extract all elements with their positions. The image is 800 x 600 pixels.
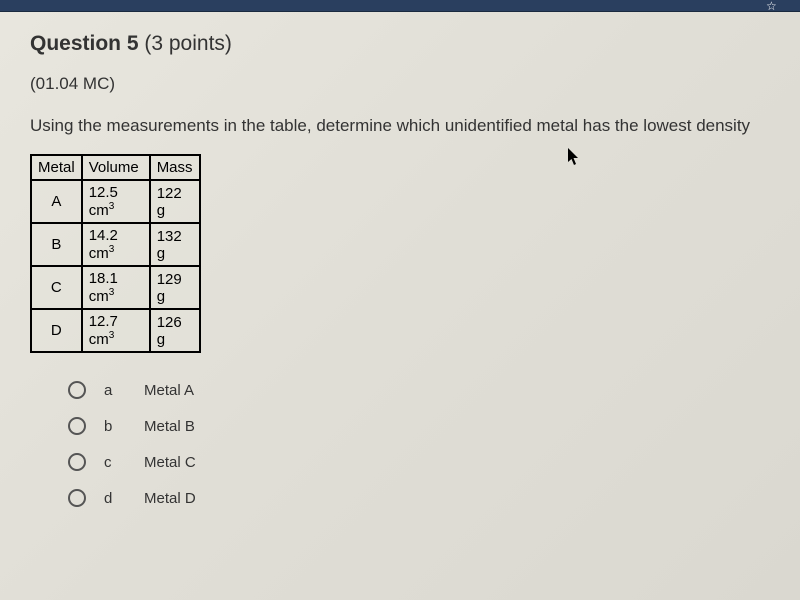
header-metal: Metal [31,155,82,180]
table-row: A 12.5 cm3 122 g [31,180,200,223]
cell-metal: D [31,309,82,352]
cell-mass: 122 g [150,180,200,223]
answer-options: a Metal A b Metal B c Metal C d Metal D [30,381,770,507]
data-table: Metal Volume Mass A 12.5 cm3 122 g B 14.… [30,154,201,353]
radio-icon[interactable] [68,417,86,435]
header-mass: Mass [150,155,200,180]
option-label: Metal A [144,382,194,399]
cell-volume: 18.1 cm3 [82,266,150,309]
option-letter: b [104,418,144,435]
question-title: Question 5 (3 points) [30,32,770,56]
radio-icon[interactable] [68,489,86,507]
option-b[interactable]: b Metal B [68,417,770,435]
volume-sup: 3 [109,201,115,212]
cell-volume: 12.5 cm3 [82,180,150,223]
cell-mass: 132 g [150,223,200,266]
question-text: Using the measurements in the table, det… [30,116,770,136]
volume-sup: 3 [109,244,115,255]
option-d[interactable]: d Metal D [68,489,770,507]
radio-icon[interactable] [68,381,86,399]
cell-mass: 129 g [150,266,200,309]
table-row: D 12.7 cm3 126 g [31,309,200,352]
question-points: (3 points) [139,32,232,55]
browser-toolbar: ☆ [0,0,800,12]
question-number: Question 5 [30,32,139,55]
radio-icon[interactable] [68,453,86,471]
quiz-content: Question 5 (3 points) (01.04 MC) Using t… [0,12,800,600]
option-label: Metal C [144,454,196,471]
volume-sup: 3 [109,330,115,341]
volume-sup: 3 [109,287,115,298]
cell-metal: B [31,223,82,266]
option-a[interactable]: a Metal A [68,381,770,399]
cell-metal: A [31,180,82,223]
cell-metal: C [31,266,82,309]
option-c[interactable]: c Metal C [68,453,770,471]
star-icon[interactable]: ☆ [766,0,780,13]
table-row: C 18.1 cm3 129 g [31,266,200,309]
option-label: Metal B [144,418,195,435]
option-letter: d [104,490,144,507]
option-letter: a [104,382,144,399]
option-label: Metal D [144,490,196,507]
header-volume: Volume [82,155,150,180]
cell-volume: 12.7 cm3 [82,309,150,352]
cell-volume: 14.2 cm3 [82,223,150,266]
cell-mass: 126 g [150,309,200,352]
table-row: B 14.2 cm3 132 g [31,223,200,266]
question-code: (01.04 MC) [30,74,770,94]
table-header-row: Metal Volume Mass [31,155,200,180]
option-letter: c [104,454,144,471]
